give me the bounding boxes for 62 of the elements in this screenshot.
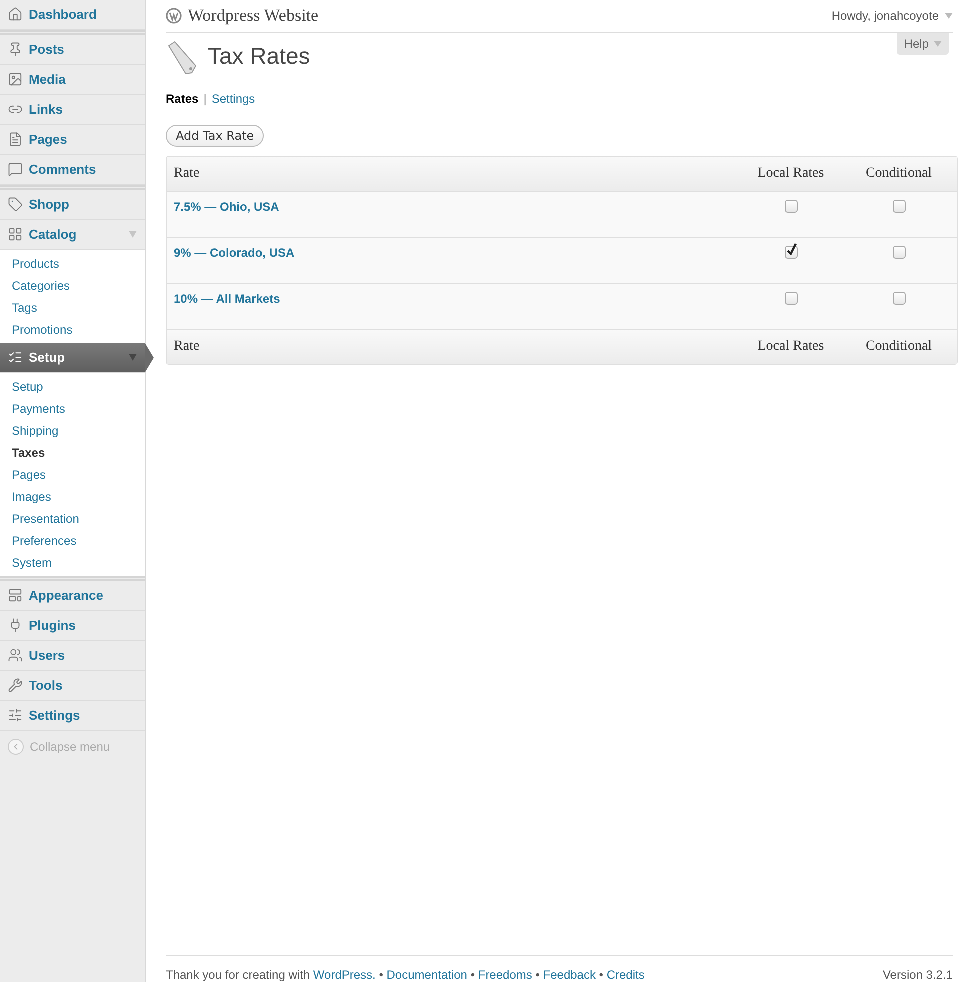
checkbox[interactable] xyxy=(892,292,906,305)
submenu-item[interactable]: Presentation xyxy=(0,508,145,530)
checkbox[interactable] xyxy=(892,200,906,213)
submenu-item[interactable]: System xyxy=(0,552,145,574)
rate-link[interactable]: 9% — Colorado, USA xyxy=(167,238,302,268)
list-icon xyxy=(8,350,23,365)
tag-icon xyxy=(166,40,198,76)
image-icon xyxy=(8,72,23,87)
submenu-item[interactable]: Tags xyxy=(0,297,145,319)
user-menu[interactable]: Howdy, jonahcoyote xyxy=(832,9,953,23)
column-header: Local Rates xyxy=(756,166,826,182)
footer-link[interactable]: Feedback xyxy=(543,968,596,982)
column-header: Rate xyxy=(173,339,201,355)
caret-icon xyxy=(934,41,942,47)
submenu-item[interactable]: Setup xyxy=(0,376,145,398)
rate-link[interactable]: 7.5% — Ohio, USA xyxy=(167,192,286,222)
footer-link[interactable]: WordPress. xyxy=(313,968,376,982)
home-icon xyxy=(8,7,23,22)
view-link[interactable]: Rates xyxy=(166,92,199,106)
settings-icon xyxy=(8,708,23,723)
submenu-item[interactable]: Categories xyxy=(0,275,145,297)
pages-icon xyxy=(8,132,23,147)
view-separator: | xyxy=(204,92,207,106)
tag-icon xyxy=(8,197,23,212)
footer-link[interactable]: Freedoms xyxy=(478,968,532,982)
checkbox[interactable] xyxy=(784,292,798,305)
version-text: Version 3.2.1 xyxy=(882,968,953,982)
tools-icon xyxy=(8,678,23,693)
caret-icon xyxy=(945,13,953,19)
submenu-item[interactable]: Pages xyxy=(0,464,145,486)
checkbox[interactable] xyxy=(784,246,798,259)
column-header: Local Rates xyxy=(756,339,826,355)
site-title[interactable]: Wordpress Website xyxy=(166,6,319,26)
footer-credits: Thank you for creating with WordPress. • Documentation • Freedoms • Feedback • Credits xyxy=(166,968,645,982)
caret-icon xyxy=(129,231,137,238)
layout-icon xyxy=(8,588,23,603)
column-header: Conditional xyxy=(864,339,934,355)
collapse-icon xyxy=(8,739,24,755)
help-tab[interactable]: Help xyxy=(897,33,949,55)
footer-link[interactable]: Credits xyxy=(606,968,645,982)
checkbox[interactable] xyxy=(784,200,798,213)
add-tax-rate-button[interactable]: Add Tax Rate xyxy=(166,125,264,147)
page-title: Tax Rates xyxy=(208,43,310,70)
footer-link[interactable]: Documentation xyxy=(386,968,468,982)
submenu-item[interactable]: Images xyxy=(0,486,145,508)
submenu-item[interactable]: Taxes xyxy=(0,442,145,464)
caret-icon xyxy=(129,354,137,361)
submenu-item[interactable]: Preferences xyxy=(0,530,145,552)
pin-icon xyxy=(8,42,23,57)
submenu-item[interactable]: Products xyxy=(0,253,145,275)
checkbox[interactable] xyxy=(892,246,906,259)
users-icon xyxy=(8,648,23,663)
submenu-item[interactable]: Promotions xyxy=(0,319,145,341)
submenu-item[interactable]: Payments xyxy=(0,398,145,420)
submenu-item[interactable]: Shipping xyxy=(0,420,145,442)
speech-bubble-icon xyxy=(8,162,23,177)
column-header: Conditional xyxy=(864,166,934,182)
column-header: Rate xyxy=(173,166,201,182)
rate-link[interactable]: 10% — All Markets xyxy=(167,284,288,314)
grid-icon xyxy=(8,227,23,242)
view-link[interactable]: Settings xyxy=(212,92,256,106)
wordpress-logo-icon xyxy=(166,8,182,24)
